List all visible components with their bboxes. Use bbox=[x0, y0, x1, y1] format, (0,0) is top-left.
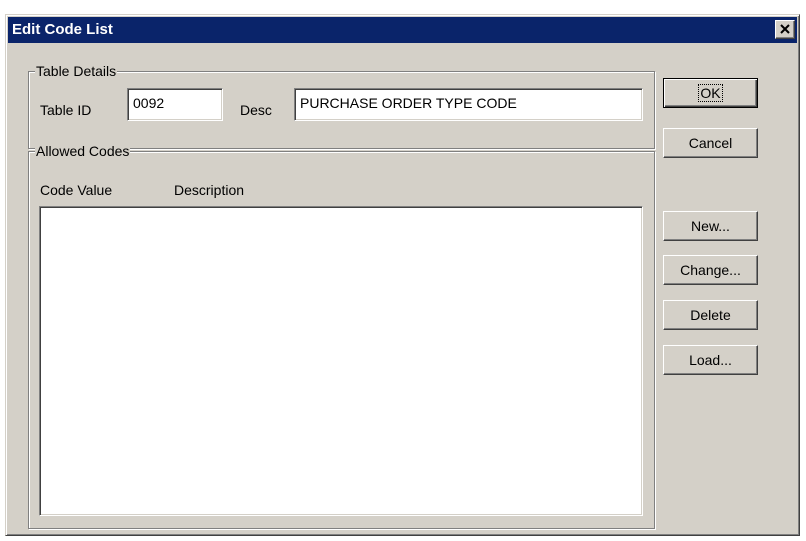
close-button[interactable] bbox=[775, 20, 795, 39]
allowed-codes-label: Allowed Codes bbox=[35, 143, 131, 159]
desc-field[interactable]: PURCHASE ORDER TYPE CODE bbox=[294, 88, 643, 121]
allowed-codes-list[interactable] bbox=[39, 206, 643, 516]
load-button[interactable]: Load... bbox=[663, 345, 758, 375]
new-button[interactable]: New... bbox=[663, 211, 758, 241]
desc-label: Desc bbox=[240, 102, 272, 118]
table-details-label: Table Details bbox=[35, 63, 118, 79]
table-id-field[interactable]: 0092 bbox=[127, 88, 223, 121]
ok-button[interactable]: OK bbox=[663, 78, 758, 108]
column-header-code-value[interactable]: Code Value bbox=[40, 182, 112, 198]
ok-button-label: OK bbox=[698, 84, 723, 102]
edit-code-list-dialog: Edit Code List Table Details Table ID 00… bbox=[5, 14, 800, 536]
delete-button[interactable]: Delete bbox=[663, 300, 758, 330]
table-id-label: Table ID bbox=[40, 102, 92, 118]
cancel-button[interactable]: Cancel bbox=[663, 128, 758, 158]
table-details-group: Table Details Table ID 0092 Desc PURCHAS… bbox=[28, 63, 655, 149]
column-header-description[interactable]: Description bbox=[174, 182, 244, 198]
change-button[interactable]: Change... bbox=[663, 255, 758, 285]
window-title: Edit Code List bbox=[12, 21, 113, 38]
title-bar[interactable]: Edit Code List bbox=[8, 17, 797, 43]
allowed-codes-group: Allowed Codes Code Value Description bbox=[28, 143, 655, 529]
close-x-icon bbox=[780, 24, 790, 34]
